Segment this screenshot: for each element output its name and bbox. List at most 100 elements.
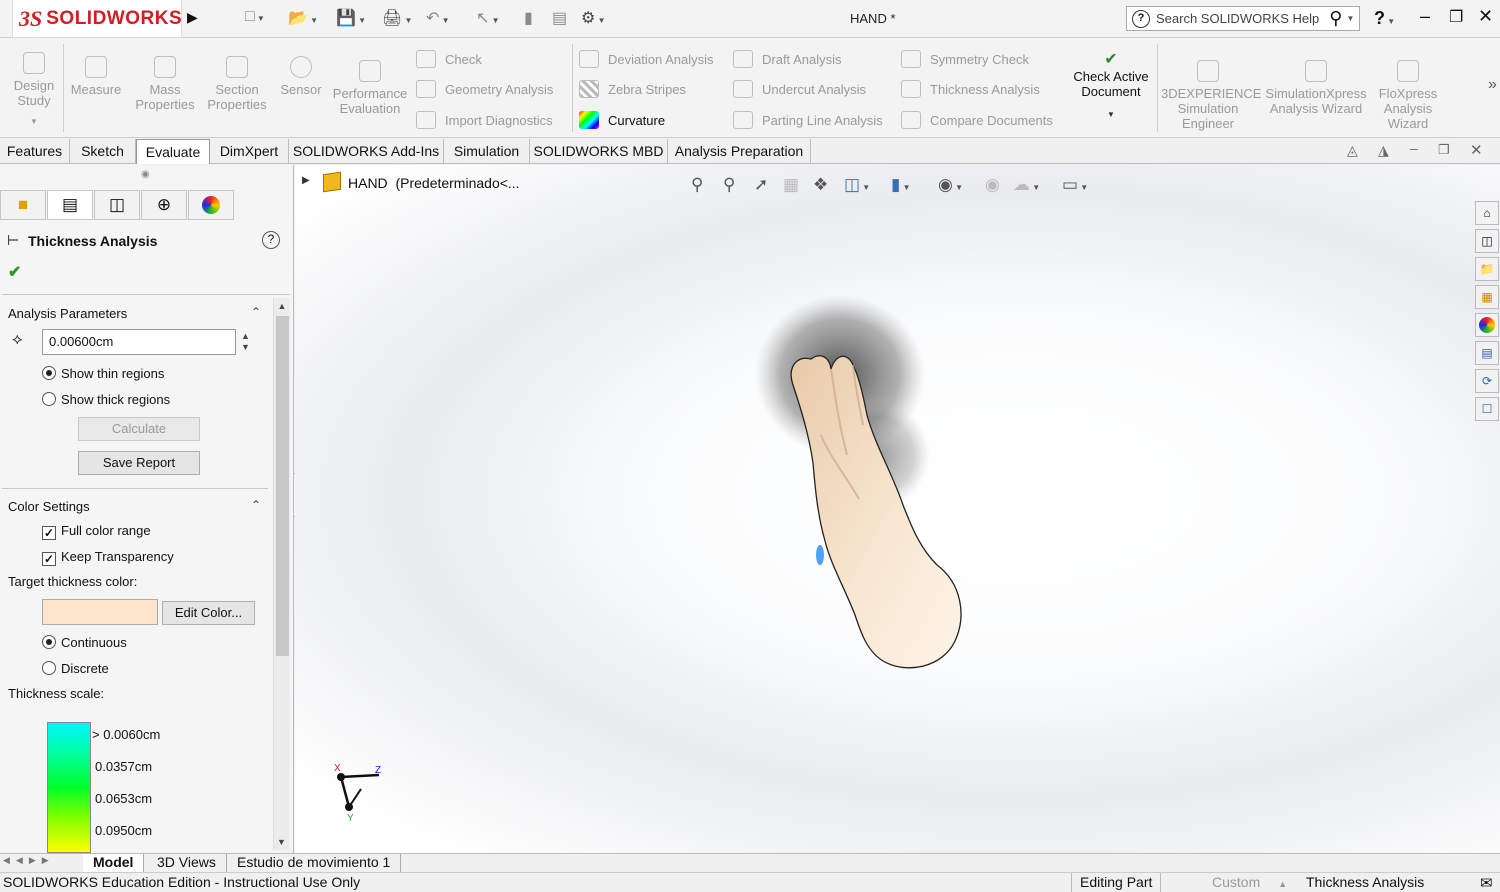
tab-scroll-arrows-icon[interactable]: ◀◀▶▶ <box>3 855 55 866</box>
ok-checkmark-icon[interactable]: ✔ <box>8 262 21 282</box>
thickness-analysis-button[interactable]: Thickness Analysis <box>901 80 1040 98</box>
zoom-to-area-icon[interactable]: ⚲ <box>723 175 735 195</box>
dimxpertmanager-tab-icon[interactable]: ⊕ <box>141 190 187 220</box>
performance-evaluation-button[interactable]: Performance Evaluation <box>330 60 410 116</box>
doc-close-icon[interactable]: ✕ <box>1470 141 1483 159</box>
value-spinner[interactable]: ▲ ▼ <box>241 331 250 353</box>
help-icon[interactable]: ? ▼ <box>1374 8 1395 29</box>
options-gear-icon[interactable]: ⚙ ▼ <box>581 8 605 28</box>
rebuild-icon[interactable]: ▮ <box>524 8 533 28</box>
new-document-icon[interactable]: □ ▼ <box>245 8 265 26</box>
tab-analysis-preparation[interactable]: Analysis Preparation <box>668 139 811 164</box>
edit-color-button[interactable]: Edit Color... <box>162 601 255 625</box>
design-study-button[interactable]: Design Study ▼ <box>8 52 60 129</box>
zoom-to-fit-icon[interactable]: ⚲ <box>691 175 703 195</box>
target-color-swatch[interactable] <box>42 599 158 625</box>
symmetry-check-button[interactable]: Symmetry Check <box>901 50 1029 68</box>
tab-3d-views[interactable]: 3D Views <box>147 854 227 872</box>
apply-scene-icon[interactable]: ☁ ▼ <box>1013 175 1040 195</box>
tab-solidworks-add-ins[interactable]: SOLIDWORKS Add-Ins <box>289 139 444 164</box>
solidworks-resources-icon[interactable]: ⌂ <box>1475 201 1499 225</box>
mass-properties-button[interactable]: Mass Properties <box>130 56 200 112</box>
search-icon[interactable]: ⚲ <box>1329 8 1342 29</box>
save-icon[interactable]: 💾 ▼ <box>336 8 366 28</box>
search-help-input[interactable]: ? Search SOLIDWORKS Help ⚲ ▼ <box>1126 6 1360 31</box>
tab-features[interactable]: Features <box>0 139 70 164</box>
hand-model[interactable] <box>735 285 1035 685</box>
tab-motion-study[interactable]: Estudio de movimiento 1 <box>227 854 402 872</box>
unit-system[interactable]: Custom ▲ <box>1212 874 1287 890</box>
view-orientation-icon[interactable]: ◫ ▼ <box>844 175 870 195</box>
featuremanager-tab-icon[interactable]: ■ <box>0 190 46 220</box>
doc-minimize-icon[interactable]: – <box>1410 140 1418 156</box>
display-style-icon[interactable]: ▮ ▼ <box>891 175 911 195</box>
check-button[interactable]: Check <box>416 50 482 68</box>
collapse-right-icon[interactable]: ◮ <box>1378 142 1389 159</box>
view-settings-icon[interactable]: ▭ ▼ <box>1062 175 1088 195</box>
collapse-chevron-icon[interactable]: ⌃ <box>251 498 261 512</box>
measure-button[interactable]: Measure <box>66 56 126 97</box>
print-icon[interactable]: 🖨 ▼ <box>382 8 412 28</box>
3dexperience-simulation-button[interactable]: 3DEXPERIENCE Simulation Engineer <box>1161 60 1261 131</box>
file-properties-icon[interactable]: ▤ <box>552 8 567 28</box>
displaymanager-tab-icon[interactable] <box>188 190 234 220</box>
tab-dimxpert[interactable]: DimXpert <box>210 139 289 164</box>
undercut-analysis-button[interactable]: Undercut Analysis <box>733 80 866 98</box>
compare-documents-button[interactable]: Compare Documents <box>901 111 1053 129</box>
open-folder-icon[interactable]: 📂 ▼ <box>288 8 318 28</box>
check-active-document-button[interactable]: ✔ Check Active Document ▼ <box>1068 52 1154 122</box>
configurationmanager-tab-icon[interactable]: ◫ <box>94 190 140 220</box>
thickness-value-input[interactable]: 0.00600cm <box>42 329 236 355</box>
tab-evaluate[interactable]: Evaluate <box>136 139 210 164</box>
file-explorer-icon[interactable]: 📁 <box>1475 257 1499 281</box>
panel-grip-icon[interactable]: ◉ <box>141 169 150 180</box>
deviation-analysis-button[interactable]: Deviation Analysis <box>579 50 714 68</box>
floxpress-button[interactable]: FloXpress Analysis Wizard <box>1375 60 1441 131</box>
design-library-icon[interactable]: ◫ <box>1475 229 1499 253</box>
draft-analysis-button[interactable]: Draft Analysis <box>733 50 841 68</box>
show-thin-regions-radio[interactable]: Show thin regions <box>42 366 164 381</box>
feedback-icon[interactable]: ☐ <box>1475 397 1499 421</box>
propertymanager-tab-icon[interactable]: ▤ <box>47 190 93 220</box>
tree-expand-arrow-icon[interactable]: ▶ <box>302 175 310 186</box>
section-view-icon[interactable]: ▦ <box>783 175 799 195</box>
geometry-analysis-button[interactable]: Geometry Analysis <box>416 80 553 98</box>
tab-solidworks-mbd[interactable]: SOLIDWORKS MBD <box>530 139 668 164</box>
view-palette-icon[interactable]: ▦ <box>1475 285 1499 309</box>
discrete-radio[interactable]: Discrete <box>42 661 109 676</box>
section-properties-button[interactable]: Section Properties <box>202 56 272 112</box>
tree-root-label[interactable]: HAND (Predeterminado<... <box>348 175 520 191</box>
calculate-button[interactable]: Calculate <box>78 417 200 441</box>
edit-appearance-icon[interactable]: ◉ <box>985 175 1000 195</box>
tab-model[interactable]: Model <box>83 854 145 872</box>
color-settings-header[interactable]: Color Settings <box>8 499 90 514</box>
simulationxpress-button[interactable]: SimulationXpress Analysis Wizard <box>1262 60 1370 116</box>
collapse-left-icon[interactable]: ◬ <box>1347 142 1358 159</box>
dynamic-annotation-icon[interactable]: ❖ <box>813 175 828 195</box>
help-icon[interactable]: ? <box>262 231 280 249</box>
save-report-button[interactable]: Save Report <box>78 451 200 475</box>
continuous-radio[interactable]: Continuous <box>42 635 127 650</box>
custom-properties-icon[interactable]: ▤ <box>1475 341 1499 365</box>
full-color-range-checkbox[interactable]: ✓ Full color range <box>42 523 151 540</box>
solidworks-forum-icon[interactable]: ⟳ <box>1475 369 1499 393</box>
appearances-icon[interactable] <box>1475 313 1499 337</box>
solidworks-logo[interactable]: 3S SOLIDWORKS <box>12 0 182 38</box>
quick-tips-icon[interactable]: ✉ <box>1480 874 1493 892</box>
tab-simulation[interactable]: Simulation <box>444 139 530 164</box>
panel-scrollbar[interactable]: ▲ ▼ <box>273 298 290 850</box>
graphics-area[interactable]: ▶ HAND (Predeterminado<... ⚲ ⚲ ➚ ▦ ❖ ◫ ▼… <box>295 165 1500 853</box>
collapse-chevron-icon[interactable]: ⌃ <box>251 305 261 319</box>
expand-menu-arrow-icon[interactable]: ▶ <box>187 9 198 26</box>
select-cursor-icon[interactable]: ↖ ▼ <box>476 8 500 28</box>
analysis-parameters-header[interactable]: Analysis Parameters <box>8 306 127 321</box>
doc-restore-icon[interactable]: ❐ <box>1438 142 1450 158</box>
more-tools-chevron-icon[interactable]: » <box>1488 76 1497 94</box>
restore-icon[interactable]: ❐ <box>1449 7 1463 27</box>
keep-transparency-checkbox[interactable]: ✓ Keep Transparency <box>42 549 174 566</box>
curvature-button[interactable]: Curvature <box>579 111 665 129</box>
hide-show-items-icon[interactable]: ◉ ▼ <box>938 175 963 195</box>
previous-view-icon[interactable]: ➚ <box>754 175 768 195</box>
parting-line-analysis-button[interactable]: Parting Line Analysis <box>733 111 883 129</box>
import-diagnostics-button[interactable]: Import Diagnostics <box>416 111 553 129</box>
